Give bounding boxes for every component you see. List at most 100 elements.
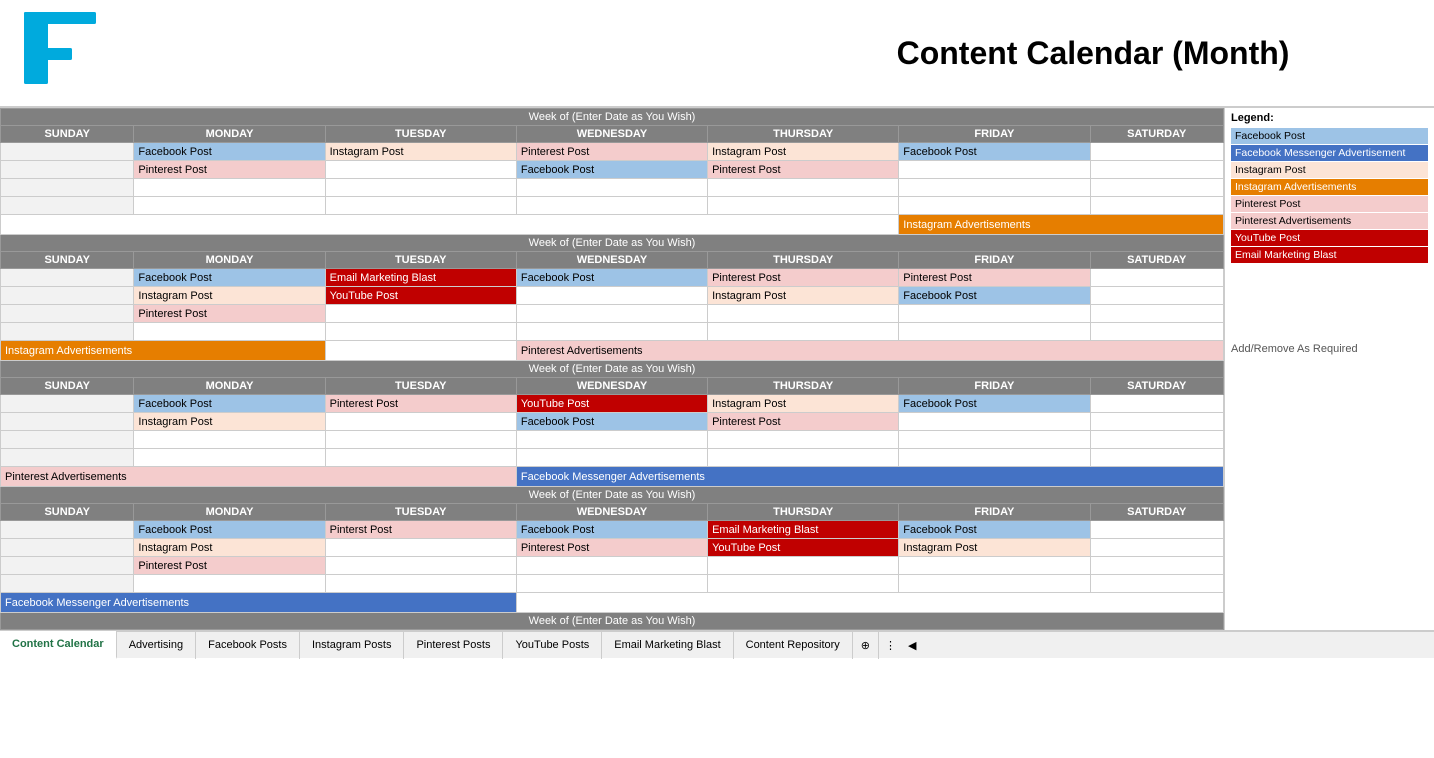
list-item[interactable]: Facebook Post bbox=[134, 143, 325, 161]
tab-content-repository[interactable]: Content Repository bbox=[734, 631, 853, 659]
list-item[interactable]: Pinterest Post bbox=[708, 269, 899, 287]
legend-note: Add/Remove As Required bbox=[1231, 343, 1428, 355]
ad-row-3: Pinterest Advertisements Facebook Messen… bbox=[1, 467, 1224, 487]
page-header: Content Calendar (Month) bbox=[0, 0, 1434, 108]
fb-messenger-ad-banner-4[interactable]: Facebook Messenger Advertisements bbox=[1, 593, 517, 613]
list-item[interactable]: Facebook Post bbox=[134, 269, 325, 287]
list-item[interactable]: Facebook Post bbox=[516, 269, 707, 287]
tab-advertising[interactable]: Advertising bbox=[117, 631, 196, 659]
table-row bbox=[1, 197, 1224, 215]
list-item[interactable]: Instagram Post bbox=[708, 395, 899, 413]
tab-scroll-right[interactable]: ⋮ bbox=[879, 635, 902, 656]
list-item[interactable]: Facebook Post bbox=[899, 521, 1090, 539]
list-item[interactable]: Instagram Post bbox=[899, 539, 1090, 557]
day-header-2: SUNDAY MONDAY TUESDAY WEDNESDAY THURSDAY… bbox=[1, 252, 1224, 269]
tab-email-marketing[interactable]: Email Marketing Blast bbox=[602, 631, 733, 659]
list-item[interactable]: Facebook Post bbox=[899, 287, 1090, 305]
table-row: Instagram Post YouTube Post Instagram Po… bbox=[1, 287, 1224, 305]
list-item[interactable]: Instagram Post bbox=[134, 539, 325, 557]
list-item[interactable]: Facebook Post bbox=[899, 395, 1090, 413]
fb-messenger-ad-banner-3[interactable]: Facebook Messenger Advertisements bbox=[516, 467, 1223, 487]
week-header-1: Week of (Enter Date as You Wish) bbox=[1, 109, 1224, 126]
table-row: Facebook Post Pinterst Post Facebook Pos… bbox=[1, 521, 1224, 539]
list-item[interactable]: Instagram Post bbox=[708, 287, 899, 305]
pinterest-ad-banner-2[interactable]: Pinterest Advertisements bbox=[516, 341, 1223, 361]
list-item[interactable]: Facebook Post bbox=[516, 161, 707, 179]
ad-row-4: Facebook Messenger Advertisements bbox=[1, 593, 1224, 613]
week-header-2: Week of (Enter Date as You Wish) bbox=[1, 235, 1224, 252]
list-item[interactable]: Pinterest Post bbox=[708, 413, 899, 431]
list-item[interactable]: Pinterest Post bbox=[708, 161, 899, 179]
list-item[interactable]: Instagram Post bbox=[134, 287, 325, 305]
list-item[interactable]: Pinterst Post bbox=[325, 521, 516, 539]
main-content: Week of (Enter Date as You Wish) SUNDAY … bbox=[0, 108, 1434, 630]
table-row bbox=[1, 323, 1224, 341]
week-header-5: Week of (Enter Date as You Wish) bbox=[1, 613, 1224, 630]
list-item[interactable]: Facebook Post bbox=[516, 413, 707, 431]
list-item[interactable]: Facebook Post bbox=[134, 521, 325, 539]
list-item[interactable]: Pinterest Post bbox=[516, 143, 707, 161]
tab-add-button[interactable]: ⊕ bbox=[853, 631, 879, 659]
ad-row-2: Instagram Advertisements Pinterest Adver… bbox=[1, 341, 1224, 361]
list-item[interactable]: Instagram Post bbox=[708, 143, 899, 161]
legend-item-fb-messenger: Facebook Messenger Advertisement bbox=[1231, 145, 1428, 161]
list-item[interactable]: Instagram Post bbox=[325, 143, 516, 161]
pinterest-ad-banner-3[interactable]: Pinterest Advertisements bbox=[1, 467, 517, 487]
table-row bbox=[1, 179, 1224, 197]
legend-panel: Legend: Facebook Post Facebook Messenger… bbox=[1224, 108, 1434, 630]
ig-ad-banner[interactable]: Instagram Advertisements bbox=[899, 215, 1224, 235]
list-item[interactable]: Facebook Post bbox=[516, 521, 707, 539]
tab-instagram-posts[interactable]: Instagram Posts bbox=[300, 631, 404, 659]
list-item[interactable]: YouTube Post bbox=[325, 287, 516, 305]
day-header-4: SUNDAY MONDAY TUESDAY WEDNESDAY THURSDAY… bbox=[1, 504, 1224, 521]
ig-ad-banner-2[interactable]: Instagram Advertisements bbox=[1, 341, 326, 361]
day-header-3: SUNDAY MONDAY TUESDAY WEDNESDAY THURSDAY… bbox=[1, 378, 1224, 395]
table-row: Facebook Post Instagram Post Pinterest P… bbox=[1, 143, 1224, 161]
tab-pinterest-posts[interactable]: Pinterest Posts bbox=[404, 631, 503, 659]
week-header-3: Week of (Enter Date as You Wish) bbox=[1, 361, 1224, 378]
legend-item-pinterest-ad: Pinterest Advertisements bbox=[1231, 213, 1428, 229]
table-row: Pinterest Post Facebook Post Pinterest P… bbox=[1, 161, 1224, 179]
table-row: Instagram Post Facebook Post Pinterest P… bbox=[1, 413, 1224, 431]
list-item[interactable]: Facebook Post bbox=[134, 395, 325, 413]
calendar-area: Week of (Enter Date as You Wish) SUNDAY … bbox=[0, 108, 1224, 630]
list-item[interactable]: YouTube Post bbox=[708, 539, 899, 557]
list-item[interactable]: Pinterest Post bbox=[134, 161, 325, 179]
logo bbox=[20, 8, 110, 98]
day-header-1: SUNDAY MONDAY TUESDAY WEDNESDAY THURSDAY… bbox=[1, 126, 1224, 143]
legend-item-email: Email Marketing Blast bbox=[1231, 247, 1428, 263]
table-row bbox=[1, 431, 1224, 449]
list-item[interactable]: Pinterest Post bbox=[899, 269, 1090, 287]
list-item[interactable]: Email Marketing Blast bbox=[708, 521, 899, 539]
list-item[interactable]: Instagram Post bbox=[134, 413, 325, 431]
legend-item-ig-ad: Instagram Advertisements bbox=[1231, 179, 1428, 195]
list-item[interactable]: Pinterest Post bbox=[134, 305, 325, 323]
tab-youtube-posts[interactable]: YouTube Posts bbox=[503, 631, 602, 659]
calendar-table: Week of (Enter Date as You Wish) SUNDAY … bbox=[0, 108, 1224, 630]
ad-row-1: Instagram Advertisements bbox=[1, 215, 1224, 235]
week-header-4: Week of (Enter Date as You Wish) bbox=[1, 487, 1224, 504]
list-item[interactable]: YouTube Post bbox=[516, 395, 707, 413]
legend-item-fb-post: Facebook Post bbox=[1231, 128, 1428, 144]
tab-content-calendar[interactable]: Content Calendar bbox=[0, 631, 117, 659]
legend-item-ig-post: Instagram Post bbox=[1231, 162, 1428, 178]
legend-title: Legend: bbox=[1231, 112, 1428, 124]
legend-item-youtube: YouTube Post bbox=[1231, 230, 1428, 246]
list-item[interactable]: Pinterest Post bbox=[516, 539, 707, 557]
tab-facebook-posts[interactable]: Facebook Posts bbox=[196, 631, 300, 659]
tab-scroll-arrows[interactable]: ◀ bbox=[902, 635, 922, 656]
page-title: Content Calendar (Month) bbox=[772, 35, 1414, 72]
table-row: Facebook Post Pinterest Post YouTube Pos… bbox=[1, 395, 1224, 413]
table-row: Pinterest Post bbox=[1, 557, 1224, 575]
table-row: Facebook Post Email Marketing Blast Face… bbox=[1, 269, 1224, 287]
table-row: Pinterest Post bbox=[1, 305, 1224, 323]
table-row: Instagram Post Pinterest Post YouTube Po… bbox=[1, 539, 1224, 557]
table-row bbox=[1, 449, 1224, 467]
list-item[interactable]: Facebook Post bbox=[899, 143, 1090, 161]
legend-item-pinterest-post: Pinterest Post bbox=[1231, 196, 1428, 212]
tabs-bar: Content Calendar Advertising Facebook Po… bbox=[0, 630, 1434, 658]
list-item[interactable]: Email Marketing Blast bbox=[325, 269, 516, 287]
list-item[interactable]: Pinterest Post bbox=[134, 557, 325, 575]
table-row bbox=[1, 575, 1224, 593]
list-item[interactable]: Pinterest Post bbox=[325, 395, 516, 413]
